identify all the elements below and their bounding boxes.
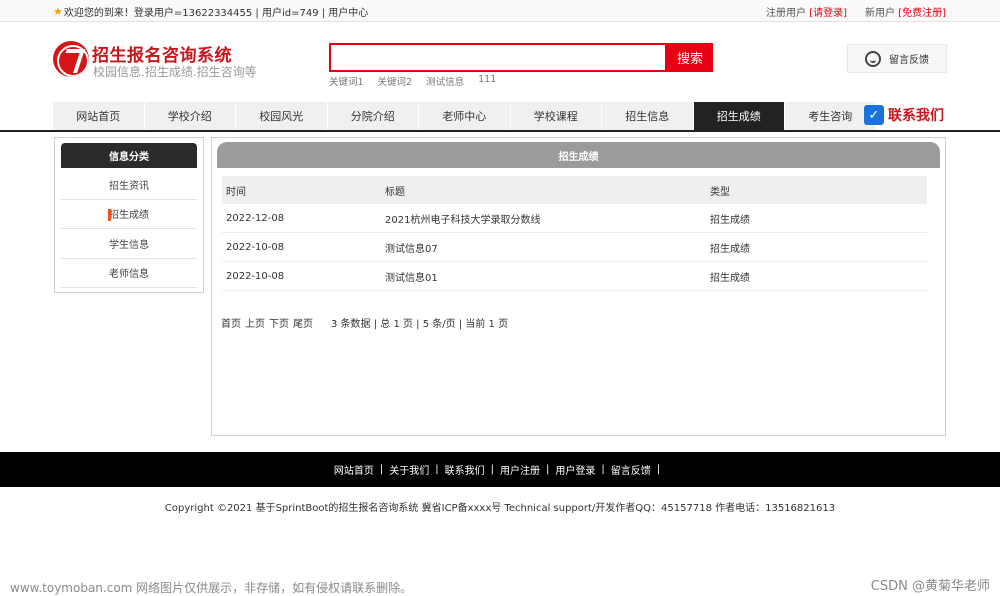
row-date: 2022-12-08 — [226, 212, 285, 224]
login-prompt: 注册用户 [请登录] — [766, 8, 847, 19]
panel-title: 招生成绩 — [217, 142, 940, 168]
contact-us-link[interactable]: ✓ 联系我们 — [864, 105, 944, 125]
keyword-link[interactable]: 关键词1 — [329, 74, 364, 88]
footer-link-login[interactable]: 用户登录 — [555, 462, 595, 477]
footer-nav: 网站首页 | 关于我们 | 联系我们 | 用户注册 | 用户登录 | 留言反馈 | — [0, 452, 1000, 487]
auth-links: 注册用户 [请登录] 新用户 [免费注册] — [766, 4, 946, 19]
register-link[interactable]: [免费注册] — [898, 8, 946, 19]
footer-links: 网站首页 | 关于我们 | 联系我们 | 用户注册 | 用户登录 | 留言反馈 | — [333, 462, 661, 477]
prev-page-link[interactable]: 上页 — [245, 315, 265, 330]
row-date: 2022-10-08 — [226, 241, 285, 253]
row-type: 招生成绩 — [710, 272, 750, 284]
row-type: 招生成绩 — [710, 214, 750, 226]
main-nav: 网站首页 学校介绍 校园风光 分院介绍 老师中心 学校课程 招生信息 招生成绩 … — [53, 102, 877, 130]
pagination: 首页 上页 下页 尾页 3 条数据 | 总 1 页 | 5 条/页 | 当前 1… — [221, 315, 508, 330]
nav-item-campus[interactable]: 校园风光 — [236, 102, 328, 130]
row-title-link[interactable]: 测试信息07 — [385, 240, 710, 255]
nav-item-admission-info[interactable]: 招生信息 — [602, 102, 694, 130]
watermark-left: www.toymoban.com 网络图片仅供展示，非存储，如有侵权请联系删除。 — [10, 581, 413, 595]
last-page-link[interactable]: 尾页 — [293, 315, 313, 330]
row-date: 2022-10-08 — [226, 270, 285, 282]
search-input[interactable] — [329, 43, 667, 72]
copyright-text: Copyright ©2021 基于SprintBoot的招生报名咨询系统 冀省… — [164, 503, 836, 514]
table-row: 2022-10-08 测试信息01 招生成绩 — [222, 262, 927, 291]
nav-item-school-intro[interactable]: 学校介绍 — [144, 102, 236, 130]
nav-item-courses[interactable]: 学校课程 — [510, 102, 602, 130]
search-button[interactable]: 搜索 — [667, 43, 713, 72]
keyword-list: 关键词1 关键词2 测试信息 111 — [329, 74, 496, 88]
footer-link-home[interactable]: 网站首页 — [334, 462, 374, 477]
scores-table: 时间 标题 类型 2022-12-08 2021杭州电子科技大学录取分数线 招生… — [222, 176, 927, 291]
star-icon: ★ — [53, 5, 63, 18]
footer-link-about[interactable]: 关于我们 — [389, 462, 429, 477]
nav-divider — [0, 130, 1000, 132]
content-panel: 招生成绩 时间 标题 类型 2022-12-08 2021杭州电子科技大学录取分… — [211, 137, 946, 436]
category-sidebar: 信息分类 招生资讯 招生成绩 学生信息 老师信息 — [54, 137, 204, 293]
table-row: 2022-10-08 测试信息07 招生成绩 — [222, 233, 927, 262]
register-prompt: 新用户 [免费注册] — [865, 8, 946, 19]
welcome-area: ★ 欢迎您的到来！登录用户=13622334455 | 用户id=749 | 用… — [53, 4, 368, 19]
footer-link-register[interactable]: 用户注册 — [500, 462, 540, 477]
column-header: 时间 — [226, 186, 246, 198]
check-icon: ✓ — [864, 105, 884, 125]
row-title-link[interactable]: 2021杭州电子科技大学录取分数线 — [385, 211, 710, 226]
keyword-link[interactable]: 111 — [478, 74, 496, 88]
footer-link-contact[interactable]: 联系我们 — [445, 462, 485, 477]
first-page-link[interactable]: 首页 — [221, 315, 241, 330]
sidebar-item-news[interactable]: 招生资讯 — [61, 170, 197, 200]
nav-item-teacher[interactable]: 老师中心 — [419, 102, 511, 130]
logo-icon[interactable] — [53, 41, 89, 77]
sidebar-item-students[interactable]: 学生信息 — [61, 229, 197, 259]
row-type: 招生成绩 — [710, 243, 750, 255]
nav-item-consult[interactable]: 考生咨询 — [785, 102, 877, 130]
sidebar-item-teachers[interactable]: 老师信息 — [61, 259, 197, 288]
keyword-link[interactable]: 测试信息 — [426, 74, 464, 88]
headset-icon — [865, 50, 881, 67]
column-header: 类型 — [710, 186, 730, 198]
feedback-button[interactable]: 留言反馈 — [847, 44, 947, 73]
nav-item-home[interactable]: 网站首页 — [53, 102, 145, 130]
table-row: 2022-12-08 2021杭州电子科技大学录取分数线 招生成绩 — [222, 204, 927, 233]
welcome-text[interactable]: 欢迎您的到来！登录用户=13622334455 | 用户id=749 | 用户中… — [64, 4, 368, 19]
row-title-link[interactable]: 测试信息01 — [385, 269, 710, 284]
pagination-info: 3 条数据 | 总 1 页 | 5 条/页 | 当前 1 页 — [331, 319, 509, 330]
sidebar-title: 信息分类 — [61, 143, 197, 168]
watermark-right: CSDN @黄菊华老师 — [870, 579, 990, 594]
column-header: 标题 — [385, 186, 405, 198]
sidebar-item-scores[interactable]: 招生成绩 — [61, 200, 197, 229]
feedback-label: 留言反馈 — [889, 55, 929, 66]
keyword-link[interactable]: 关键词2 — [378, 74, 413, 88]
top-bar: ★ 欢迎您的到来！登录用户=13622334455 | 用户id=749 | 用… — [0, 0, 1000, 22]
login-link[interactable]: [请登录] — [809, 8, 847, 19]
nav-item-admission-scores[interactable]: 招生成绩 — [693, 102, 785, 130]
contact-label: 联系我们 — [888, 108, 944, 124]
sidebar-list: 招生资讯 招生成绩 学生信息 老师信息 — [61, 170, 197, 288]
footer-link-feedback[interactable]: 留言反馈 — [611, 462, 651, 477]
site-subtitle: 校园信息.招生成绩.招生咨询等 — [93, 65, 257, 79]
next-page-link[interactable]: 下页 — [269, 315, 289, 330]
table-header: 时间 标题 类型 — [222, 176, 927, 204]
nav-item-branch[interactable]: 分院介绍 — [327, 102, 419, 130]
